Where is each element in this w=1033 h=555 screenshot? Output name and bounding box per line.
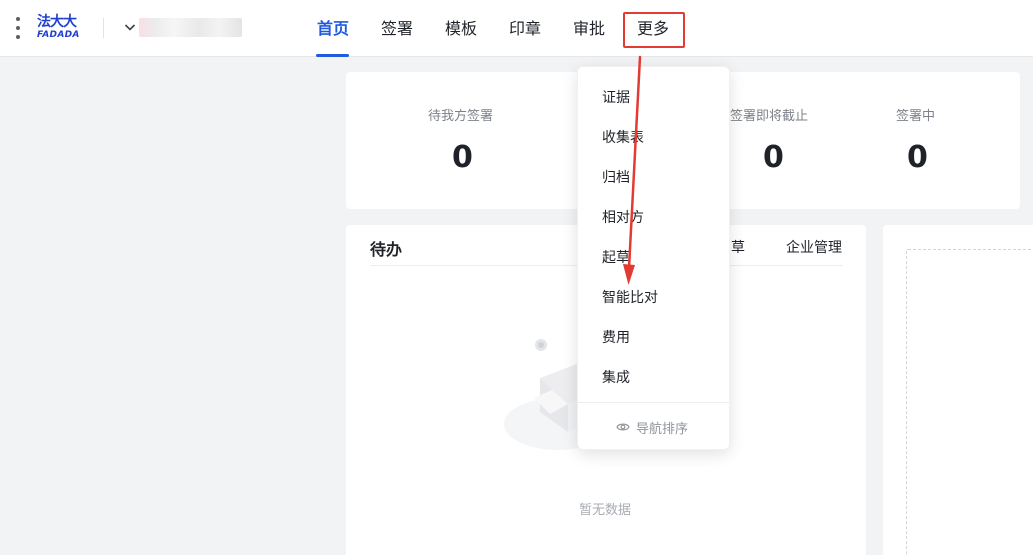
right-panel-dashed-area — [906, 249, 1033, 555]
nav-sign[interactable]: 签署 — [381, 17, 413, 41]
menu-divider — [578, 402, 729, 403]
todo-link-draft[interactable]: 草 — [731, 237, 745, 257]
chevron-down-icon[interactable] — [122, 19, 138, 35]
stat-label-pending-mine: 待我方签署 — [428, 109, 494, 124]
stat-label-signing: 签署中 — [896, 109, 936, 124]
menu-item-smart-compare[interactable]: 智能比对 — [602, 288, 658, 308]
eye-icon — [616, 423, 630, 431]
nav-sort-label: 导航排序 — [636, 421, 689, 437]
todo-title: 待办 — [370, 240, 403, 259]
company-name-blurred[interactable] — [139, 18, 242, 37]
logo-text-cn: 法大大 — [37, 14, 77, 30]
header-divider — [103, 18, 104, 38]
nav-approval[interactable]: 审批 — [573, 17, 605, 41]
more-dropdown-menu: 证据 收集表 归档 相对方 起草 智能比对 费用 集成 导航排序 — [577, 66, 730, 450]
fadada-logo[interactable]: 法大大 FADADA — [37, 14, 89, 42]
menu-item-integration[interactable]: 集成 — [602, 368, 630, 388]
nav-active-indicator — [316, 54, 349, 57]
nav-template[interactable]: 模板 — [445, 17, 477, 41]
nav-home[interactable]: 首页 — [317, 17, 349, 41]
stat-value-signing[interactable]: 0 — [907, 140, 928, 175]
menu-item-fees[interactable]: 费用 — [602, 328, 630, 348]
menu-item-counterparty[interactable]: 相对方 — [602, 208, 644, 228]
stat-label-expiring: 签署即将截止 — [730, 109, 809, 124]
app-menu-icon[interactable] — [13, 17, 23, 39]
more-highlight-box — [623, 12, 685, 48]
empty-state-text: 暂无数据 — [578, 503, 631, 518]
todo-link-enterprise[interactable]: 企业管理 — [786, 237, 842, 257]
menu-item-draft[interactable]: 起草 — [602, 248, 630, 268]
menu-item-collection-form[interactable]: 收集表 — [602, 128, 644, 148]
stat-value-expiring[interactable]: 0 — [763, 140, 784, 175]
menu-item-evidence[interactable]: 证据 — [602, 88, 630, 108]
stat-value-pending-mine[interactable]: 0 — [452, 140, 473, 175]
nav-sort-button[interactable]: 导航排序 — [616, 417, 688, 437]
nav-seal[interactable]: 印章 — [509, 17, 541, 41]
menu-item-archive[interactable]: 归档 — [602, 168, 630, 188]
logo-text-en: FADADA — [37, 30, 80, 40]
